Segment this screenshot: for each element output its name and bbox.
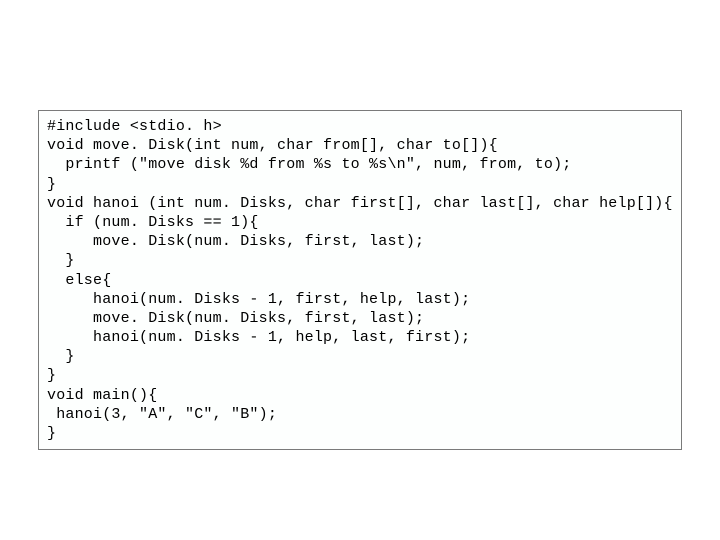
- code-block: #include <stdio. h> void move. Disk(int …: [47, 117, 673, 443]
- code-container: #include <stdio. h> void move. Disk(int …: [38, 110, 682, 450]
